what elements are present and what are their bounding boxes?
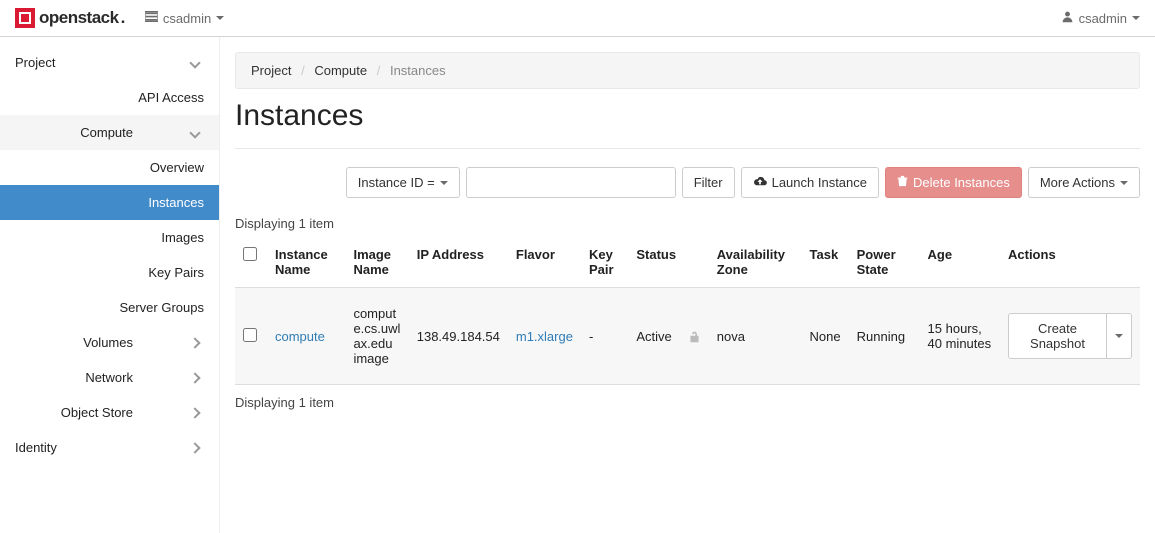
cloud-upload-icon: [753, 175, 767, 190]
cell-power: Running: [849, 288, 920, 385]
col-task[interactable]: Task: [802, 237, 849, 288]
row-checkbox[interactable]: [243, 328, 257, 342]
unlock-icon: [688, 330, 701, 343]
filter-input[interactable]: [466, 167, 676, 198]
col-ip[interactable]: IP Address: [409, 237, 508, 288]
col-age[interactable]: Age: [920, 237, 1000, 288]
trash-icon: [897, 175, 908, 190]
chevron-right-icon: [189, 407, 200, 418]
breadcrumb: Project / Compute / Instances: [235, 52, 1140, 89]
sidebar-item-key-pairs[interactable]: Key Pairs: [0, 255, 219, 290]
user-icon: [1061, 10, 1074, 26]
sidebar-group-object-store[interactable]: Object Store: [0, 395, 219, 430]
col-instance-name[interactable]: Instance Name: [267, 237, 345, 288]
flavor-link[interactable]: m1.xlarge: [516, 329, 573, 344]
chevron-right-icon: [189, 442, 200, 453]
sidebar-group-volumes[interactable]: Volumes: [0, 325, 219, 360]
row-action-dropdown[interactable]: [1107, 313, 1132, 359]
brand-text: openstack: [39, 8, 119, 28]
filter-type-dropdown[interactable]: Instance ID =: [346, 167, 460, 198]
select-all-checkbox[interactable]: [243, 247, 257, 261]
sidebar: Project API Access Compute Overview Inst…: [0, 37, 220, 533]
chevron-down-icon: [189, 127, 200, 138]
instances-table: Instance Name Image Name IP Address Flav…: [235, 237, 1140, 385]
col-actions: Actions: [1000, 237, 1140, 288]
project-selector[interactable]: csadmin: [145, 10, 224, 26]
openstack-icon: [15, 8, 35, 28]
sidebar-group-compute[interactable]: Compute: [0, 115, 219, 150]
divider: [235, 148, 1140, 149]
toolbar: Instance ID = Filter Launch Instance Del…: [235, 167, 1140, 198]
row-action-button[interactable]: Create Snapshot: [1008, 313, 1107, 359]
filter-button[interactable]: Filter: [682, 167, 735, 198]
col-status[interactable]: Status: [628, 237, 708, 288]
topbar: openstack. csadmin csadmin: [0, 0, 1155, 37]
breadcrumb-compute[interactable]: Compute: [314, 63, 367, 78]
project-name: csadmin: [163, 11, 211, 26]
brand-logo[interactable]: openstack.: [15, 8, 125, 28]
breadcrumb-sep: /: [301, 63, 305, 78]
col-flavor[interactable]: Flavor: [508, 237, 581, 288]
col-power[interactable]: Power State: [849, 237, 920, 288]
domain-icon: [145, 10, 158, 26]
chevron-right-icon: [189, 337, 200, 348]
cell-key-pair: -: [581, 288, 628, 385]
page-title: Instances: [235, 99, 1140, 133]
sidebar-group-project[interactable]: Project: [0, 45, 219, 80]
sidebar-group-identity[interactable]: Identity: [0, 430, 219, 465]
caret-down-icon: [1132, 16, 1140, 20]
main-content: Project / Compute / Instances Instances …: [220, 37, 1155, 533]
col-az[interactable]: Availability Zone: [709, 237, 802, 288]
cell-az: nova: [709, 288, 802, 385]
breadcrumb-current: Instances: [390, 63, 446, 78]
breadcrumb-sep: /: [377, 63, 381, 78]
sidebar-item-instances[interactable]: Instances: [0, 185, 219, 220]
col-key-pair[interactable]: Key Pair: [581, 237, 628, 288]
more-actions-dropdown[interactable]: More Actions: [1028, 167, 1140, 198]
sidebar-item-api-access[interactable]: API Access: [0, 80, 219, 115]
sidebar-item-overview[interactable]: Overview: [0, 150, 219, 185]
table-row: compute compute.cs.uwlax.edu image 138.4…: [235, 288, 1140, 385]
chevron-down-icon: [189, 57, 200, 68]
caret-down-icon: [216, 16, 224, 20]
delete-instances-button[interactable]: Delete Instances: [885, 167, 1022, 198]
instance-name-link[interactable]: compute: [275, 329, 325, 344]
sidebar-group-network[interactable]: Network: [0, 360, 219, 395]
cell-age: 15 hours, 40 minutes: [920, 288, 1000, 385]
chevron-right-icon: [189, 372, 200, 383]
summary-bottom: Displaying 1 item: [235, 395, 1140, 410]
caret-down-icon: [1120, 181, 1128, 185]
user-name: csadmin: [1079, 11, 1127, 26]
launch-instance-button[interactable]: Launch Instance: [741, 167, 879, 198]
cell-ip: 138.49.184.54: [409, 288, 508, 385]
brand-dot: .: [121, 8, 125, 28]
sidebar-item-images[interactable]: Images: [0, 220, 219, 255]
user-menu[interactable]: csadmin: [1061, 10, 1140, 26]
cell-task: None: [802, 288, 849, 385]
breadcrumb-project[interactable]: Project: [251, 63, 291, 78]
sidebar-item-server-groups[interactable]: Server Groups: [0, 290, 219, 325]
cell-image-name: compute.cs.uwlax.edu image: [345, 288, 408, 385]
col-image-name[interactable]: Image Name: [345, 237, 408, 288]
cell-status: Active: [628, 288, 679, 385]
summary-top: Displaying 1 item: [235, 216, 1140, 231]
caret-down-icon: [440, 181, 448, 185]
caret-down-icon: [1115, 334, 1123, 338]
